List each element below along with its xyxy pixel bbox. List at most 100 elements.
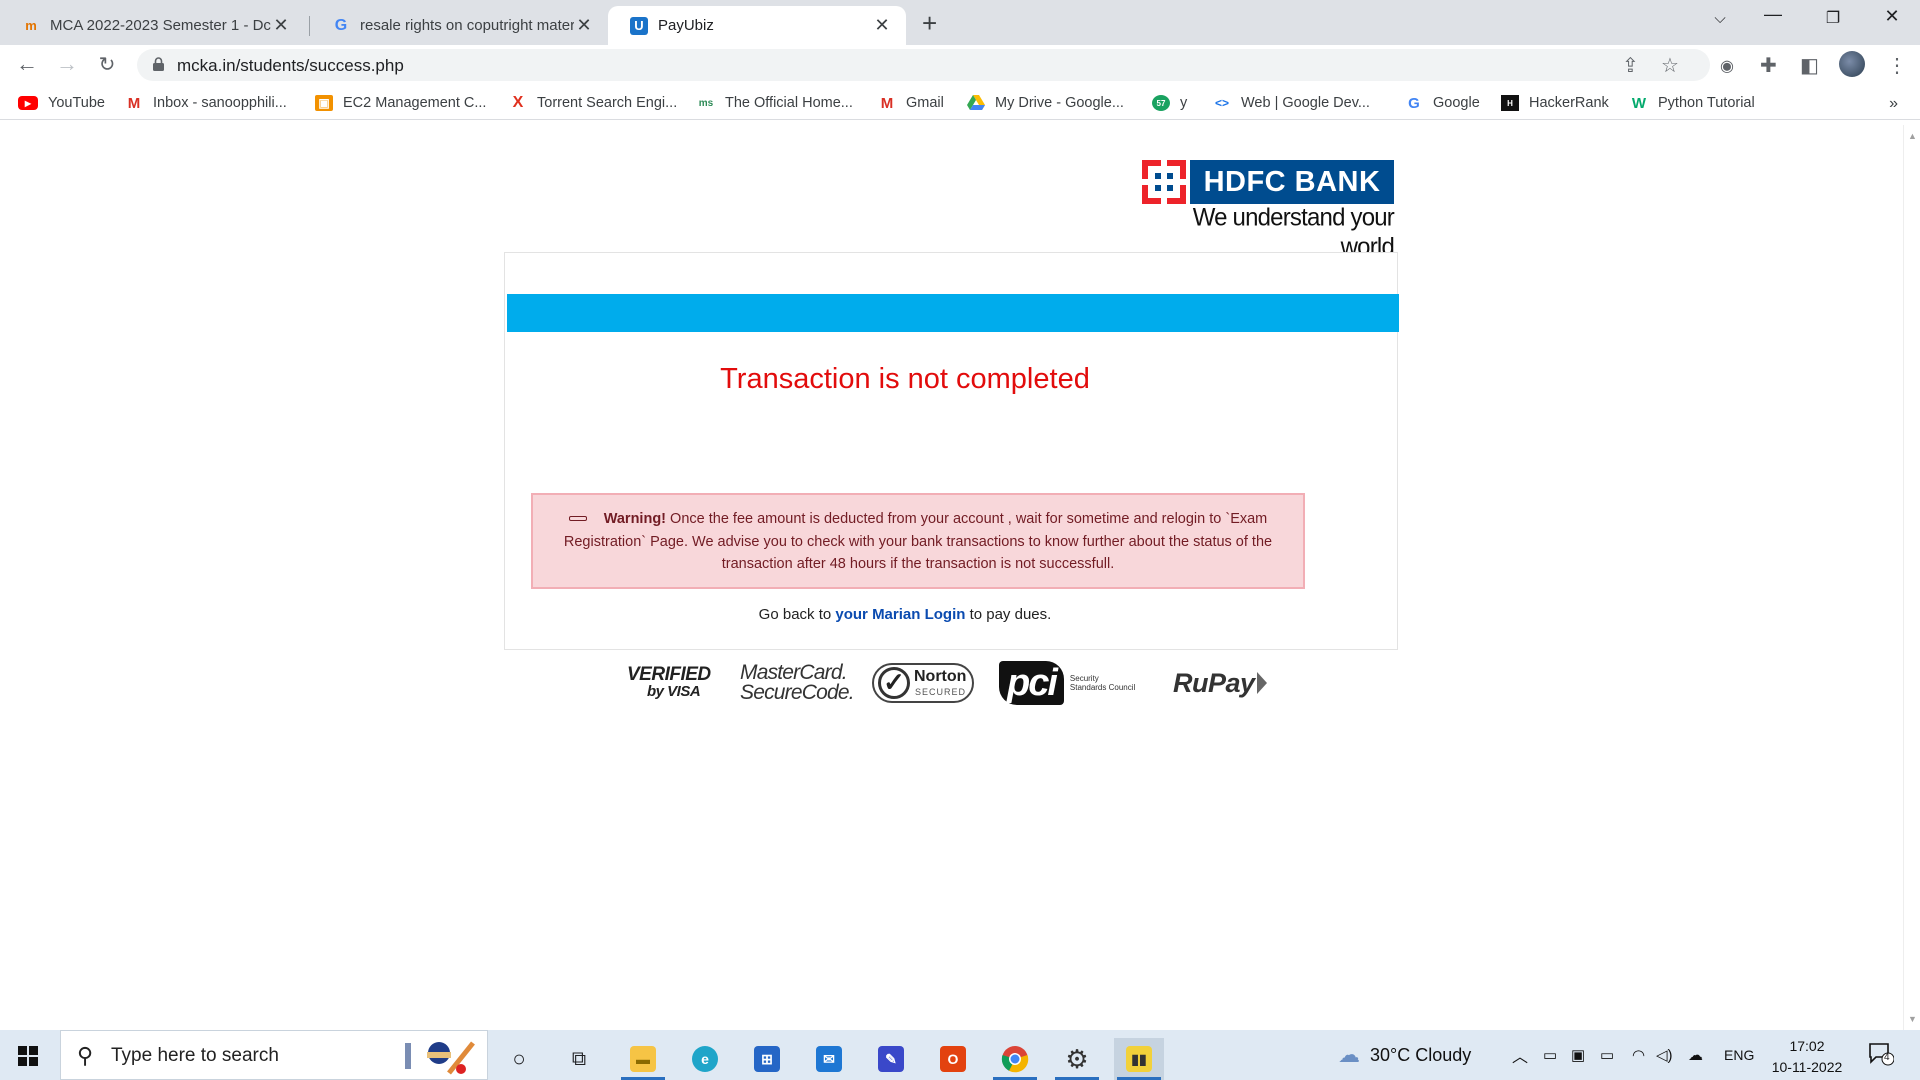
marian-login-link[interactable]: your Marian Login [835,606,965,623]
site-icon: ms [698,97,714,109]
tab-search-chevron-icon[interactable]: ⌵ [1705,10,1735,27]
new-tab-icon[interactable]: + [922,8,937,39]
bookmark-y[interactable]: 57 y [1152,95,1187,111]
tab-payubiz[interactable]: U PayUbiz ✕ [608,6,906,45]
torrent-icon: X [512,94,524,111]
browser-tab-strip: m MCA 2022-2023 Semester 1 - Dc ✕ G resa… [0,0,1920,45]
volume-icon[interactable]: ◁) [1656,1030,1673,1080]
scroll-down-arrow-icon[interactable]: ▼ [1908,1014,1917,1024]
side-panel-icon[interactable]: ◧ [1800,53,1819,78]
clock-time: 17:02 [1789,1038,1825,1054]
extension-grammar-icon[interactable]: ◉ [1720,56,1734,76]
microsoft-store-icon[interactable]: ⊞ [742,1038,792,1080]
bookmark-inbox[interactable]: M Inbox - sanoopphili... [125,94,287,112]
bookmark-torrent[interactable]: X Torrent Search Engi... [509,94,678,111]
taskbar-clock[interactable]: 17:02 10-11-2022 [1764,1036,1850,1078]
bookmark-label: EC2 Management C... [343,95,487,111]
notification-center-icon[interactable]: 4 [1868,1042,1895,1066]
reload-icon[interactable]: ↻ [93,52,121,77]
settings-gear-icon[interactable]: ⚙ [1052,1038,1102,1080]
share-icon[interactable]: ⇪ [1622,53,1639,78]
close-tab-icon[interactable]: ✕ [574,15,594,36]
checkmark-icon: ✓ [878,667,910,699]
restore-icon[interactable]: ❐ [1818,8,1848,28]
pci-council-text: Security Standards Council [1070,674,1135,692]
google-icon: G [1408,94,1420,112]
rupay-text: RuPay [1173,667,1255,698]
office-icon[interactable]: O [928,1038,978,1080]
meet-now-icon[interactable]: ▭ [1543,1030,1557,1080]
close-tab-icon[interactable]: ✕ [271,15,291,36]
transaction-panel: Transaction is not completed Warning! On… [504,252,1399,650]
forward-icon[interactable]: → [53,51,81,77]
bank-name: HDFC BANK [1190,160,1394,204]
profile-avatar[interactable] [1839,51,1865,77]
address-bar[interactable]: mcka.in/students/success.php ⇪ ☆ [137,49,1710,81]
bookmark-label: Inbox - sanoopphili... [153,95,287,111]
extensions-puzzle-icon[interactable]: ✚ [1760,53,1777,78]
back-icon[interactable]: ← [13,51,41,77]
window-close-icon[interactable]: ✕ [1877,6,1907,27]
search-icon: ⚲ [77,1043,94,1068]
battery-icon[interactable]: ▭ [1600,1030,1614,1080]
youtube-icon: ▶ [18,96,38,110]
minimize-icon[interactable]: — [1758,4,1788,25]
mc-line2: SecureCode. [740,681,855,704]
close-tab-icon[interactable]: ✕ [872,15,892,36]
search-highlight-cricket-icon [405,1041,475,1075]
norton-text: Norton [914,668,967,685]
clock-date: 10-11-2022 [1771,1059,1843,1075]
bookmark-gmail[interactable]: M Gmail [878,95,944,112]
edge-icon[interactable]: e [680,1038,730,1080]
page-scrollbar[interactable]: ▲ ▼ [1903,125,1920,1030]
tab-title: PayUbiz [658,17,714,34]
show-hidden-icons-chevron-icon[interactable]: ︿ [1512,1030,1528,1080]
task-view-icon[interactable]: ⧉ [554,1038,604,1080]
audio-app-icon[interactable]: ▮▮ [1114,1038,1164,1080]
menu-kebab-icon[interactable]: ⋮ [1887,53,1907,78]
more-bookmarks-chevron-icon[interactable]: » [1889,95,1898,113]
bookmark-hackerrank[interactable]: H HackerRank [1501,95,1609,111]
rupay-logo: RuPay [1173,658,1267,708]
url-text[interactable]: mcka.in/students/success.php [177,56,404,76]
language-indicator[interactable]: ENG [1724,1030,1754,1080]
pen-app-icon[interactable]: ✎ [866,1038,916,1080]
bookmark-star-icon[interactable]: ☆ [1661,53,1679,78]
windows-start-icon[interactable] [18,1046,38,1066]
windows-taskbar: ⚲ Type here to search ○ ⧉ ▬ e ⊞ ✉ ✎ O ⚙ … [0,1030,1920,1080]
transaction-status-message: Transaction is not completed [720,363,1090,395]
bookmark-official-home[interactable]: ms The Official Home... [697,95,853,111]
tab-title: resale rights on coputright mater [360,17,574,34]
hdfc-logo-mark-icon [1142,160,1186,204]
alert-close-icon[interactable] [568,515,587,521]
wifi-icon[interactable]: ◠ [1632,1030,1645,1080]
taskbar-search-box[interactable]: ⚲ Type here to search [60,1030,488,1080]
header-banner [507,294,1399,332]
search-placeholder[interactable]: Type here to search [111,1045,279,1067]
bookmark-google[interactable]: G Google [1405,94,1480,112]
device-icon[interactable]: ▣ [1571,1030,1585,1080]
scroll-up-arrow-icon[interactable]: ▲ [1908,131,1917,141]
file-explorer-icon[interactable]: ▬ [618,1038,668,1080]
bookmark-web-google-dev[interactable]: <> Web | Google Dev... [1213,95,1370,111]
bookmark-python-tutorial[interactable]: W Python Tutorial [1630,94,1755,112]
bookmark-label: YouTube [48,95,105,111]
cortana-icon[interactable]: ○ [494,1038,544,1080]
weather-widget[interactable]: ☁ 30°C Cloudy [1338,1030,1471,1080]
bookmark-youtube[interactable]: ▶ YouTube [18,95,105,111]
lock-icon[interactable] [153,57,164,71]
bookmark-label: HackerRank [1529,95,1609,111]
tab-mca-semester[interactable]: m MCA 2022-2023 Semester 1 - Dc ✕ [0,6,305,45]
verified-by-visa-logo: VERIFIED by VISA [627,658,711,708]
gmail-icon: M [127,94,141,112]
chrome-icon[interactable] [990,1038,1040,1080]
mail-icon[interactable]: ✉ [804,1038,854,1080]
bookmark-ec2[interactable]: ▣ EC2 Management C... [315,95,486,111]
bookmark-my-drive[interactable]: My Drive - Google... [967,95,1124,111]
bookmark-label: Google [1433,95,1480,111]
payment-security-badges: VERIFIED by VISA MasterCard. SecureCode.… [624,658,1284,708]
onedrive-icon[interactable]: ☁ [1688,1030,1703,1080]
w3schools-icon: W [1631,94,1647,112]
tab-resale-rights[interactable]: G resale rights on coputright mater ✕ [310,6,608,45]
bookmark-label: Web | Google Dev... [1241,95,1370,111]
